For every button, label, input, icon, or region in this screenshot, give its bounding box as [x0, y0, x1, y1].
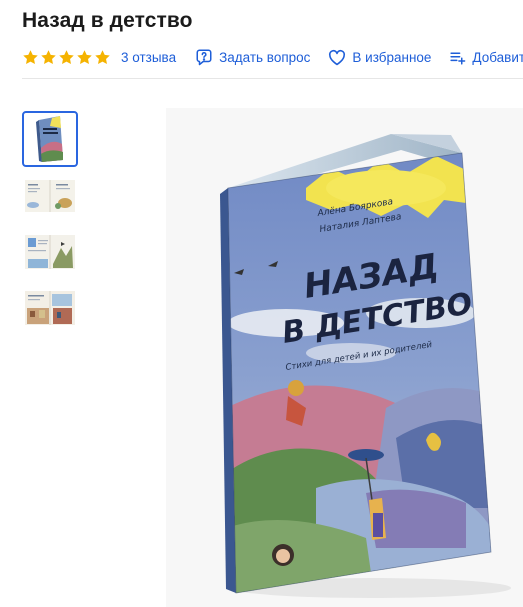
- product-main-image[interactable]: Алёна Бояркова Наталия Лаптева НАЗАД В Д…: [166, 108, 523, 607]
- product-actions-bar: 3 отзыва Задать вопрос В избранное Добав…: [22, 46, 523, 68]
- star-icon: [95, 49, 110, 64]
- book-cover-thumbnail-image: [36, 116, 63, 162]
- thumbnail-book-cover[interactable]: [22, 111, 78, 167]
- heart-icon: [329, 49, 346, 65]
- add-to-list-label: Добавить: [472, 49, 523, 65]
- list-add-icon: [450, 52, 466, 65]
- thumbnail-spread-1[interactable]: [22, 168, 78, 224]
- book-spread-thumbnail-image: [25, 291, 75, 325]
- book-cover-illustration: Алёна Бояркова Наталия Лаптева НАЗАД В Д…: [220, 134, 511, 598]
- ask-question-button[interactable]: Задать вопрос: [195, 48, 310, 66]
- thumbnail-spread-3[interactable]: [22, 280, 78, 336]
- add-to-favorites-label: В избранное: [352, 49, 432, 65]
- thumbnail-spread-2[interactable]: [22, 224, 78, 280]
- star-icon: [23, 49, 38, 64]
- star-icon: [41, 49, 56, 64]
- reviews-link[interactable]: 3 отзыва: [121, 50, 176, 65]
- product-title: Назад в детство: [22, 9, 193, 32]
- star-icon: [59, 49, 74, 64]
- add-to-list-button[interactable]: Добавить: [449, 49, 523, 66]
- book-spread-thumbnail-image: [25, 235, 75, 269]
- book-spread-thumbnail-image: [25, 180, 75, 212]
- add-to-favorites-button[interactable]: В избранное: [328, 49, 431, 66]
- question-bubble-icon: [196, 49, 212, 66]
- rating-stars[interactable]: [22, 49, 112, 66]
- ask-question-label: Задать вопрос: [219, 49, 311, 65]
- header-divider: [22, 78, 523, 79]
- star-icon: [77, 49, 92, 64]
